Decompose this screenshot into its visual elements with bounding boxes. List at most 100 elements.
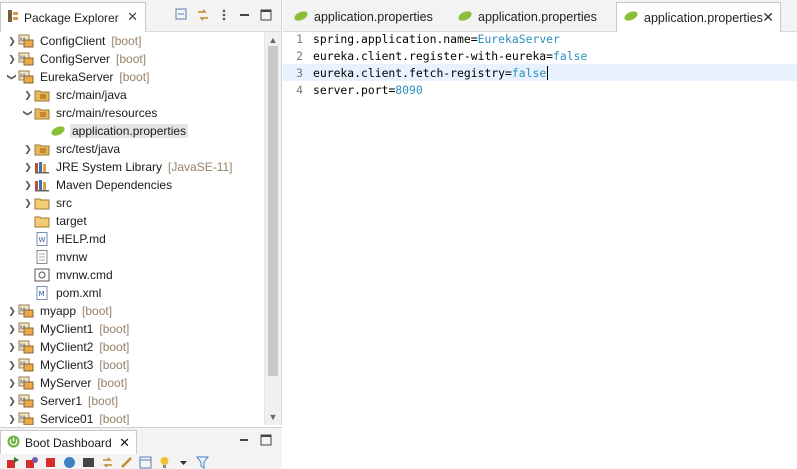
boot-dashboard-title: Boot Dashboard — [25, 435, 112, 450]
boot-power-icon — [7, 435, 20, 451]
project-icon: M — [18, 322, 34, 336]
tree-item-myserver[interactable]: ❯ M MyServer [boot] — [0, 374, 264, 392]
maximize-icon[interactable] — [260, 434, 272, 449]
tree-item-myapp[interactable]: ❯ Mmyapp [boot] — [0, 302, 264, 320]
maximize-icon[interactable] — [259, 8, 273, 22]
expand-arrow-icon[interactable]: ❯ — [22, 143, 34, 155]
boot-decoration: [boot] — [116, 52, 147, 66]
property-separator: = — [470, 31, 478, 46]
tree-item-src-main-resources[interactable]: ❯ src/main/resources — [0, 104, 264, 122]
project-tree[interactable]: ❯ M ConfigClient [boot] ❯ M ConfigServer [boot]… — [0, 32, 264, 425]
tree-item-src[interactable]: ❯ src — [0, 194, 264, 212]
close-icon[interactable]: ✕ — [119, 435, 130, 451]
collapse-arrow-icon[interactable]: ❯ — [22, 107, 34, 119]
open-console-icon[interactable] — [82, 456, 95, 469]
tree-item-mvnw[interactable]: mvnw — [0, 248, 264, 266]
tree-item-label: Maven Dependencies — [56, 178, 173, 192]
hint-icon[interactable] — [158, 456, 171, 469]
code-line[interactable]: 1 spring.application.name = EurekaServer — [283, 30, 797, 47]
start-icon[interactable] — [6, 456, 19, 469]
expand-arrow-icon[interactable]: ❯ — [22, 89, 34, 101]
dropdown-icon[interactable] — [177, 456, 190, 469]
expand-arrow-icon[interactable]: ❯ — [6, 35, 18, 47]
source-folder-icon — [34, 106, 50, 120]
tree-item-label: MyClient1 — [40, 322, 94, 336]
expand-arrow-icon[interactable]: ❯ — [22, 161, 34, 173]
minimize-icon[interactable] — [238, 434, 250, 449]
tree-item-label: src/test/java — [56, 142, 121, 156]
svg-text:W: W — [39, 236, 46, 244]
tree-item-label: HELP.md — [56, 232, 106, 246]
code-line[interactable]: 4 server.port = 8090 — [283, 81, 797, 98]
property-separator: = — [388, 82, 396, 97]
expand-arrow-icon[interactable]: ❯ — [22, 197, 34, 209]
text-file-icon — [34, 250, 50, 264]
editor-tab-1[interactable]: application.properties — [287, 2, 447, 32]
collapse-all-icon[interactable] — [175, 8, 189, 22]
tree-item-eurekaserver[interactable]: ❯ M EurekaServer [boot] — [0, 68, 264, 86]
tree-item-server1[interactable]: ❯ M Server1 [boot] — [0, 392, 264, 410]
boot-dashboard-view: Boot Dashboard ✕ — [0, 427, 282, 469]
refresh-icon[interactable] — [101, 456, 114, 469]
expand-arrow-icon[interactable]: ❯ — [6, 53, 18, 65]
edit-icon[interactable] — [120, 456, 133, 469]
minimize-icon[interactable] — [238, 8, 252, 22]
expand-arrow-icon[interactable]: ❯ — [6, 377, 18, 389]
tree-item-mvnw-cmd[interactable]: mvnw.cmd — [0, 266, 264, 284]
line-number: 3 — [296, 65, 303, 80]
tree-item-pom-xml[interactable]: Mpom.xml — [0, 284, 264, 302]
property-value: 8090 — [395, 82, 423, 97]
collapse-arrow-icon[interactable]: ❯ — [6, 71, 18, 83]
package-explorer-tab[interactable]: Package Explorer ✕ — [0, 2, 146, 32]
close-icon[interactable]: ✕ — [127, 10, 138, 24]
expand-arrow-icon[interactable]: ❯ — [6, 323, 18, 335]
property-separator: = — [505, 65, 512, 80]
tree-item-configclient[interactable]: ❯ M ConfigClient [boot] — [0, 32, 264, 50]
editor-tab-2[interactable]: application.properties — [451, 2, 615, 32]
tree-item-target[interactable]: target — [0, 212, 264, 230]
expand-arrow-icon[interactable]: ❯ — [6, 395, 18, 407]
scrollbar-thumb[interactable] — [268, 46, 278, 376]
tree-item-label: ConfigClient — [40, 34, 106, 48]
close-icon[interactable]: ✕ — [762, 9, 774, 26]
tree-item-label: ConfigServer — [40, 52, 111, 66]
explorer-vertical-scrollbar[interactable]: ▲ ▼ — [264, 32, 281, 425]
boot-decoration: [boot] — [99, 412, 130, 425]
tree-item-maven-dependencies[interactable]: ❯ Maven Dependencies — [0, 176, 264, 194]
link-with-editor-icon[interactable] — [196, 8, 210, 22]
code-line[interactable]: 3 eureka.client.fetch-registry = false — [283, 64, 797, 81]
expand-arrow-icon[interactable]: ❯ — [6, 359, 18, 371]
boot-dashboard-tab[interactable]: Boot Dashboard ✕ — [0, 430, 137, 454]
tree-item-myclient2[interactable]: ❯ M MyClient2 [boot] — [0, 338, 264, 356]
stop-icon[interactable] — [44, 456, 57, 469]
tree-item-help-md[interactable]: W HELP.md — [0, 230, 264, 248]
properties-icon[interactable] — [139, 456, 152, 469]
view-menu-icon[interactable] — [217, 8, 231, 22]
tree-item-jre-system-library[interactable]: ❯ JRE System Library [JavaSE-11] — [0, 158, 264, 176]
tree-item-src-test-java[interactable]: ❯ src/test/java — [0, 140, 264, 158]
code-line[interactable]: 2 eureka.client.register-with-eureka = fals… — [283, 47, 797, 64]
tree-item-src-main-java[interactable]: ❯ src/main/java — [0, 86, 264, 104]
tree-item-application-properties[interactable]: application.properties — [0, 122, 264, 140]
tree-item-service01[interactable]: ❯ M Service01 [boot] — [0, 410, 264, 425]
expand-arrow-icon[interactable]: ❯ — [6, 305, 18, 317]
editor-tab-3-active[interactable]: application.properties ✕ — [616, 2, 781, 32]
tree-item-myclient1[interactable]: ❯ M MyClient1 [boot] — [0, 320, 264, 338]
filter-icon[interactable] — [195, 456, 210, 469]
expand-arrow-icon[interactable]: ❯ — [6, 413, 18, 425]
expand-arrow-icon[interactable]: ❯ — [22, 179, 34, 191]
editor-tab-label: application.properties — [478, 10, 597, 24]
source-folder-icon — [34, 142, 50, 156]
tree-item-myclient3[interactable]: ❯ M MyClient3 [boot] — [0, 356, 264, 374]
project-icon: M — [18, 394, 34, 408]
expand-arrow-icon[interactable]: ❯ — [6, 341, 18, 353]
project-icon: M — [18, 376, 34, 390]
scroll-down-icon[interactable]: ▼ — [265, 409, 281, 425]
debug-icon[interactable] — [25, 456, 38, 469]
tree-item-label: application.properties — [70, 124, 189, 138]
open-browser-icon[interactable] — [63, 456, 76, 469]
project-icon: M — [18, 358, 34, 372]
properties-editor-text[interactable]: 1 spring.application.name = EurekaServer 2 eu… — [283, 30, 797, 98]
tree-item-configserver[interactable]: ❯ M ConfigServer [boot] — [0, 50, 264, 68]
text-caret — [547, 65, 549, 80]
